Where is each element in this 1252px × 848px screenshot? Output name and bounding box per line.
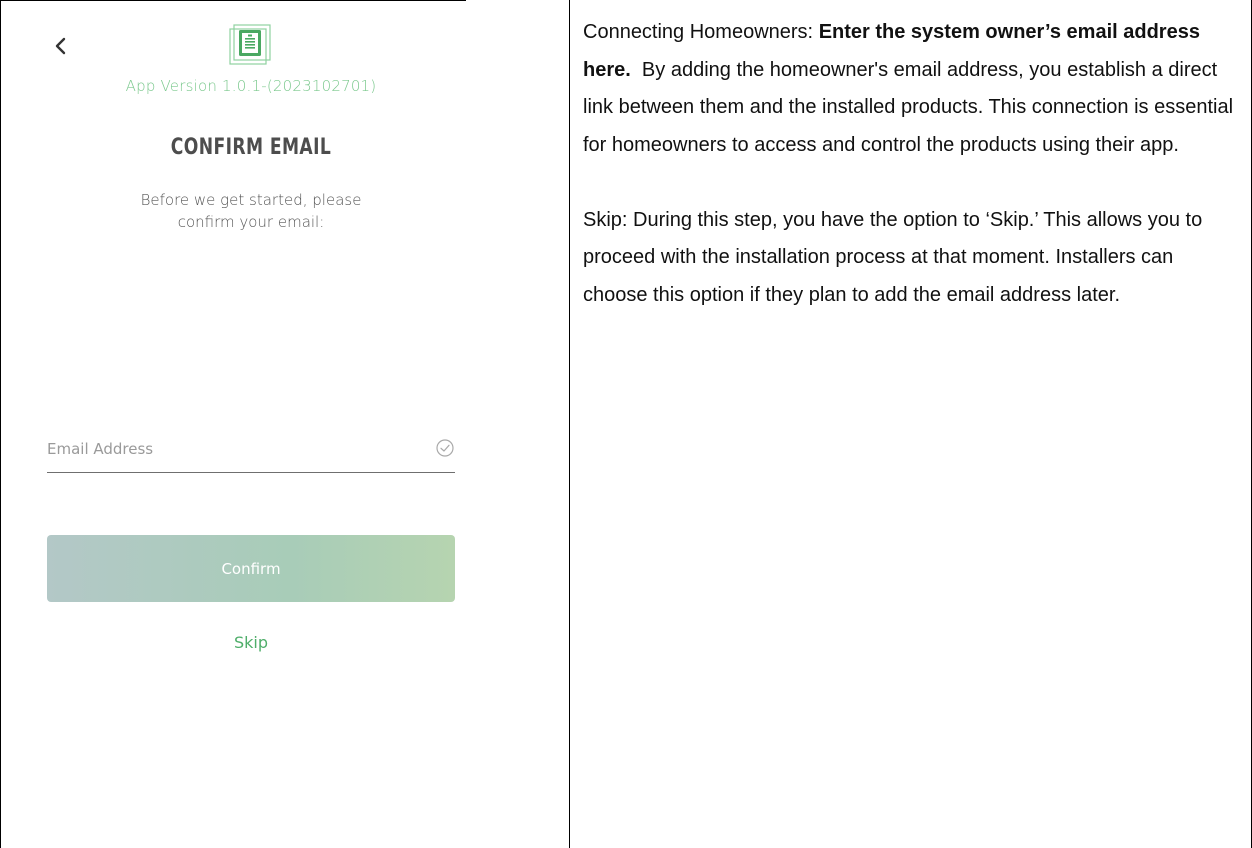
back-button[interactable]: [49, 31, 73, 61]
confirm-button[interactable]: Confirm: [47, 535, 455, 602]
description-label-connecting: Connecting Homeowners:: [583, 21, 819, 43]
app-version: App Version 1.0.1-(2023102701): [125, 77, 377, 95]
page-subtitle: Before we get started, please confirm yo…: [140, 191, 362, 231]
chevron-left-icon: [55, 37, 66, 55]
skip-link[interactable]: Skip: [201, 633, 301, 652]
app-screen: App Version 1.0.1-(2023102701) CONFIRM E…: [1, 1, 569, 848]
table-border-divider: [569, 0, 570, 848]
description-text-connecting: By adding the homeowner's email address,…: [583, 58, 1239, 156]
email-input[interactable]: [47, 428, 417, 470]
description-paragraph-connecting: Connecting Homeowners: Enter the system …: [583, 14, 1243, 164]
description-paragraph-skip: Skip: During this step, you have the opt…: [583, 208, 1203, 306]
description-column: Connecting Homeowners: Enter the system …: [583, 14, 1243, 314]
email-field: [47, 428, 455, 473]
battery-document-logo: [229, 21, 271, 65]
check-circle-icon: [436, 439, 454, 457]
page-title: CONFIRM EMAIL: [170, 135, 332, 160]
